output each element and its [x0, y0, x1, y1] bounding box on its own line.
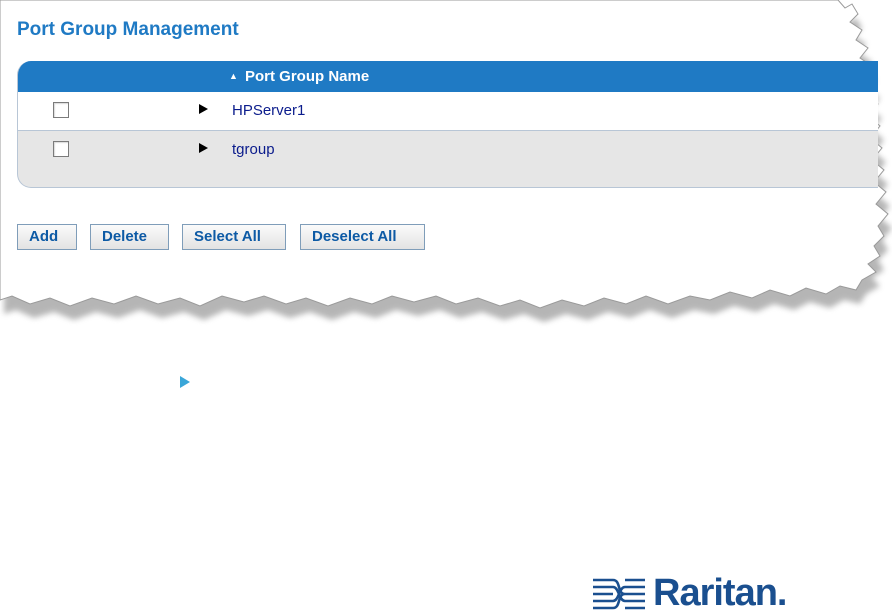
column-header-port-group-name[interactable]: Port Group Name	[245, 68, 369, 85]
delete-button[interactable]: Delete	[90, 224, 169, 250]
table-header[interactable]: ▲ Port Group Name	[18, 61, 878, 92]
port-group-name[interactable]: HPServer1	[232, 102, 305, 119]
document-page: Port Group Management ▲ Port Group Name …	[0, 0, 892, 616]
raritan-logo-text: Raritan.	[653, 572, 787, 614]
expand-arrow-icon[interactable]	[199, 143, 208, 153]
port-group-name[interactable]: tgroup	[232, 141, 275, 158]
sort-ascending-icon[interactable]: ▲	[229, 71, 238, 81]
select-all-button[interactable]: Select All	[182, 224, 286, 250]
raritan-logo-icon	[593, 578, 645, 610]
deselect-all-button[interactable]: Deselect All	[300, 224, 425, 250]
expand-arrow-icon[interactable]	[199, 104, 208, 114]
raritan-logo: Raritan.	[591, 572, 806, 614]
port-group-table: ▲ Port Group Name HPServer1 tgroup	[17, 61, 878, 188]
add-button[interactable]: Add	[17, 224, 77, 250]
row-checkbox[interactable]	[53, 141, 69, 157]
table-row: HPServer1	[18, 92, 878, 131]
page-title: Port Group Management	[17, 19, 239, 40]
row-checkbox[interactable]	[53, 102, 69, 118]
bullet-arrow-icon	[180, 376, 190, 388]
port-group-panel: Port Group Management ▲ Port Group Name …	[0, 0, 880, 330]
table-row: tgroup	[18, 131, 878, 169]
